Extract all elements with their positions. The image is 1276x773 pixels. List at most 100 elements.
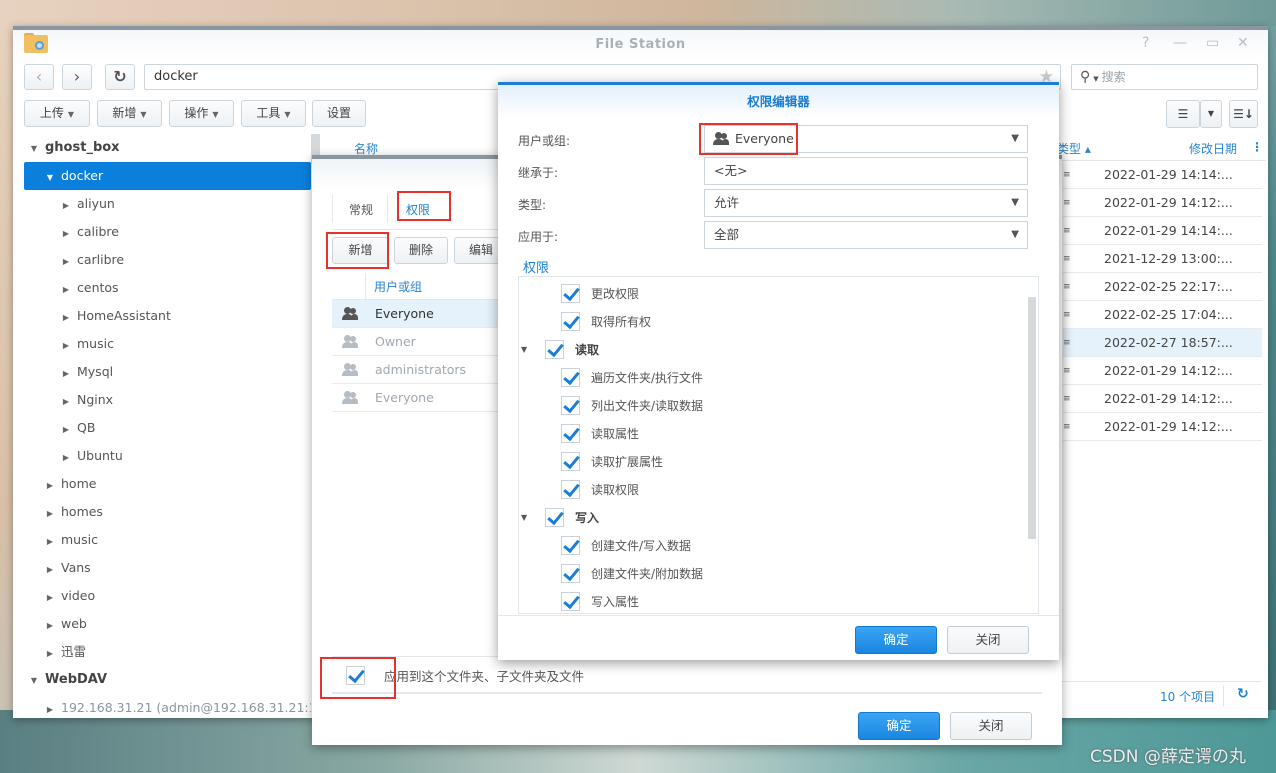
permission-checkbox[interactable]	[561, 480, 580, 499]
editor-ok-button[interactable]: 确定	[855, 626, 937, 654]
tree-item[interactable]: ▶ music	[24, 526, 311, 554]
file-row[interactable]: ≡ 2022-02-27 18:57:...	[1063, 329, 1262, 357]
create-button[interactable]: 新增 ▼	[97, 100, 162, 127]
sort-button[interactable]: ☰↓	[1229, 100, 1258, 128]
permission-checkbox[interactable]	[561, 284, 580, 303]
expand-right-icon[interactable]: ▶	[59, 192, 73, 220]
type-select[interactable]: 允许 ▼	[704, 189, 1028, 217]
maximize-icon[interactable]: ▭	[1206, 35, 1219, 51]
expand-right-icon[interactable]: ▶	[59, 388, 73, 416]
delete-permission-button[interactable]: 删除	[394, 237, 448, 264]
expand-down-icon[interactable]: ▼	[43, 164, 57, 192]
tree-item[interactable]: ▼ ghost_box	[24, 134, 311, 162]
expand-right-icon[interactable]: ▶	[43, 472, 57, 500]
editor-close-button[interactable]: 关闭	[947, 626, 1029, 654]
permission-checkbox[interactable]	[561, 452, 580, 471]
tree-item[interactable]: ▶ calibre	[24, 218, 311, 246]
properties-ok-button[interactable]: 确定	[858, 712, 940, 740]
expand-right-icon[interactable]: ▶	[59, 416, 73, 444]
permission-entry[interactable]: Everyone	[332, 300, 512, 328]
expand-down-icon[interactable]: ▼	[27, 135, 41, 163]
permission-checkbox[interactable]	[545, 508, 564, 527]
tree-item[interactable]: ▶ Mysql	[24, 358, 311, 386]
file-row[interactable]: ≡ 2022-01-29 14:12:...	[1063, 385, 1262, 413]
tree-item[interactable]: ▶ web	[24, 610, 311, 638]
expand-right-icon[interactable]: ▶	[59, 220, 73, 248]
expand-down-icon[interactable]: ▼	[521, 336, 527, 364]
expand-right-icon[interactable]: ▶	[43, 584, 57, 612]
list-view-button[interactable]: ☰	[1166, 100, 1200, 128]
file-row[interactable]: ≡ 2022-02-25 17:04:...	[1063, 301, 1262, 329]
file-row[interactable]: ≡ 2022-01-29 14:14:...	[1063, 217, 1262, 245]
column-menu-icon[interactable]: ⋮	[1251, 140, 1263, 154]
file-row[interactable]: ≡ 2022-01-29 14:14:...	[1063, 161, 1262, 189]
tree-item[interactable]: ▼ WebDAV	[24, 666, 311, 694]
tab-general[interactable]: 常规	[349, 201, 373, 218]
file-row[interactable]: ≡ 2022-01-29 14:12:...	[1063, 189, 1262, 217]
permission-checkbox[interactable]	[561, 424, 580, 443]
file-row[interactable]: ≡ 2022-02-25 22:17:...	[1063, 273, 1262, 301]
apply-to-select[interactable]: 全部 ▼	[704, 221, 1028, 249]
tools-button[interactable]: 工具 ▼	[241, 100, 306, 127]
expand-right-icon[interactable]: ▶	[59, 304, 73, 332]
tree-item[interactable]: ▶ QB	[24, 414, 311, 442]
expand-down-icon[interactable]: ▼	[27, 667, 41, 695]
upload-button[interactable]: 上传 ▼	[24, 100, 90, 127]
permission-checkbox[interactable]	[545, 340, 564, 359]
refresh-button[interactable]: ↻	[105, 64, 135, 90]
tree-item[interactable]: ▶ music	[24, 330, 311, 358]
tree-item[interactable]: ▼ docker	[24, 162, 311, 190]
column-type[interactable]: 类型 ▴	[1057, 140, 1091, 157]
tree-item[interactable]: ▶ video	[24, 582, 311, 610]
permission-checkbox[interactable]	[561, 368, 580, 387]
tree-item[interactable]: ▶ Vans	[24, 554, 311, 582]
settings-button[interactable]: 设置	[312, 100, 366, 127]
permission-entry[interactable]: administrators	[332, 356, 512, 384]
expand-right-icon[interactable]: ▶	[43, 500, 57, 528]
close-icon[interactable]: ✕	[1237, 35, 1249, 51]
expand-right-icon[interactable]: ▶	[43, 640, 57, 668]
permission-entry[interactable]: Everyone	[332, 384, 512, 412]
permission-checkbox[interactable]	[561, 536, 580, 555]
tree-item[interactable]: ▶ homes	[24, 498, 311, 526]
file-row[interactable]: ≡ 2021-12-29 13:00:...	[1063, 245, 1262, 273]
tree-item[interactable]: ▶ 192.168.31.21 (admin@192.168.31.21:1	[24, 694, 311, 722]
column-modified[interactable]: 修改日期	[1189, 140, 1237, 157]
tree-item[interactable]: ▶ aliyun	[24, 190, 311, 218]
permission-checkbox[interactable]	[561, 396, 580, 415]
expand-right-icon[interactable]: ▶	[43, 612, 57, 640]
search-input[interactable]: ⚲ ▼ 搜索	[1071, 64, 1258, 90]
expand-right-icon[interactable]: ▶	[43, 696, 57, 722]
tree-item[interactable]: ▶ centos	[24, 274, 311, 302]
tree-item[interactable]: ▶ HomeAssistant	[24, 302, 311, 330]
help-icon[interactable]: ?	[1142, 35, 1149, 51]
expand-right-icon[interactable]: ▶	[59, 360, 73, 388]
footer-refresh-icon[interactable]: ↻	[1237, 686, 1249, 702]
permission-checkbox[interactable]	[561, 312, 580, 331]
tree-item[interactable]: ▶ Ubuntu	[24, 442, 311, 470]
expand-right-icon[interactable]: ▶	[59, 332, 73, 360]
expand-right-icon[interactable]: ▶	[43, 528, 57, 556]
forward-button[interactable]: ›	[62, 64, 92, 90]
back-button[interactable]: ‹	[24, 64, 54, 90]
expand-right-icon[interactable]: ▶	[43, 556, 57, 584]
permission-entry[interactable]: Owner	[332, 328, 512, 356]
tree-item[interactable]: ▶ Nginx	[24, 386, 311, 414]
file-row[interactable]: ≡ 2022-01-29 14:12:...	[1063, 357, 1262, 385]
tools-label: 工具	[256, 106, 281, 120]
expand-right-icon[interactable]: ▶	[59, 276, 73, 304]
minimize-icon[interactable]: —	[1173, 35, 1187, 51]
expand-down-icon[interactable]: ▼	[521, 504, 527, 532]
tree-item[interactable]: ▶ home	[24, 470, 311, 498]
permissions-scrollbar[interactable]	[1028, 297, 1036, 539]
tree-item[interactable]: ▶ carlibre	[24, 246, 311, 274]
action-button[interactable]: 操作 ▼	[169, 100, 234, 127]
expand-right-icon[interactable]: ▶	[59, 444, 73, 472]
expand-right-icon[interactable]: ▶	[59, 248, 73, 276]
tree-item[interactable]: ▶ 迅雷	[24, 638, 311, 666]
view-dropdown-button[interactable]: ▼	[1200, 100, 1222, 128]
properties-close-button[interactable]: 关闭	[950, 712, 1032, 740]
permission-checkbox[interactable]	[561, 564, 580, 583]
permission-checkbox[interactable]	[561, 592, 580, 611]
file-row[interactable]: ≡ 2022-01-29 14:12:...	[1063, 413, 1262, 441]
